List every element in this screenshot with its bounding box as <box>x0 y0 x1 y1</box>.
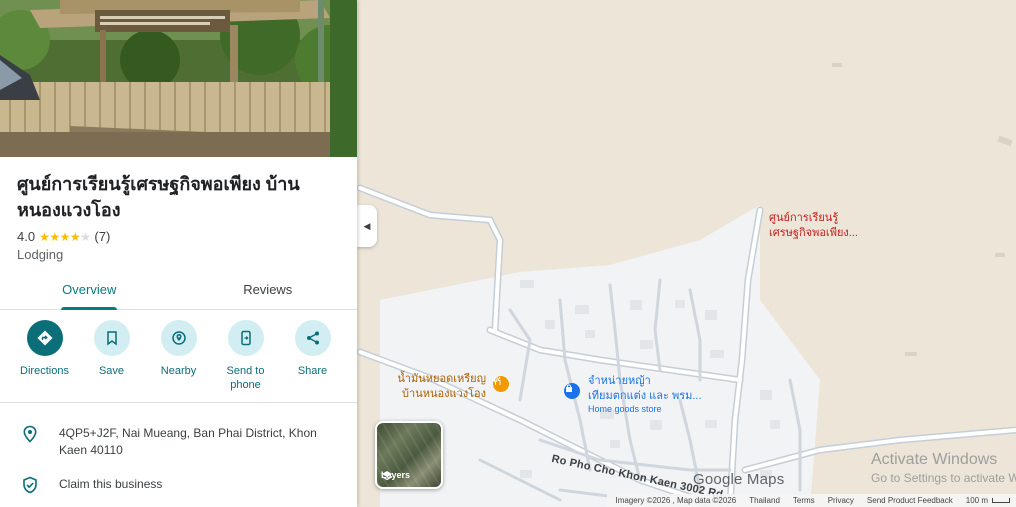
address-row[interactable]: 4QP5+J2F, Nai Mueang, Ban Phai District,… <box>0 425 357 459</box>
verified-shield-icon <box>22 476 37 494</box>
place-photo[interactable] <box>0 0 357 157</box>
fuel-label-line2: บ้านหนองแวงโอง <box>402 388 486 400</box>
address-text: 4QP5+J2F, Nai Mueang, Ban Phai District,… <box>59 426 317 457</box>
tab-reviews[interactable]: Reviews <box>179 270 358 309</box>
store-category: Home goods store <box>588 404 662 414</box>
directions-label: Directions <box>20 365 69 377</box>
layers-button[interactable]: Layers <box>375 421 443 489</box>
imagery-credit: Imagery ©2026 , Map data ©2026 <box>615 496 737 505</box>
bookmark-icon <box>106 331 117 346</box>
share-icon <box>306 331 319 345</box>
pin-label-line1: ศูนย์การเรียนรู้ <box>769 212 839 224</box>
place-panel: ศูนย์การเรียนรู้เศรษฐกิจพอเพียง บ้านหนอง… <box>0 0 357 507</box>
rating-row[interactable]: 4.0 ★ ★ ★ ★ ★ (7) <box>17 229 110 244</box>
store-label-line1: จำหน่ายหญ้า <box>588 375 651 387</box>
save-button[interactable]: Save <box>80 320 144 392</box>
star-icon: ★ <box>49 229 60 244</box>
send-to-phone-button[interactable]: Send to phone <box>214 320 278 392</box>
rating-stars: ★ ★ ★ ★ ★ <box>39 229 91 244</box>
star-icon: ★ <box>69 229 81 244</box>
nearby-icon <box>171 331 186 345</box>
action-bar: Directions Save Nearby Send to phone Sha… <box>0 320 357 392</box>
scale-bar[interactable]: 100 m <box>966 496 1010 505</box>
privacy-link[interactable]: Privacy <box>828 496 854 505</box>
restaurant-poi-icon[interactable] <box>493 376 509 392</box>
scale-label: 100 m <box>965 496 988 505</box>
directions-button[interactable]: Directions <box>13 320 77 392</box>
fuel-label-line1: น้ำมันหยอดเหรียญ <box>397 373 486 385</box>
share-label: Share <box>297 365 328 377</box>
feedback-link[interactable]: Send Product Feedback <box>867 496 953 505</box>
section-divider <box>0 402 357 403</box>
chevron-left-icon: ◀ <box>363 220 371 231</box>
map-footer: Imagery ©2026 , Map data ©2026 Thailand … <box>607 494 1016 507</box>
claim-business-row[interactable]: Claim this business <box>0 476 357 494</box>
fuel-poi-label[interactable]: น้ำมันหยอดเหรียญ บ้านหนองแวงโอง <box>388 372 486 402</box>
activate-windows-watermark: Activate Windows Go to Settings to activ… <box>871 451 1016 485</box>
collapse-panel-button[interactable]: ◀ <box>357 205 377 247</box>
tab-overview[interactable]: Overview <box>0 270 179 309</box>
send-to-phone-label: Send to phone <box>226 365 265 391</box>
terms-link[interactable]: Terms <box>793 496 815 505</box>
review-count[interactable]: (7) <box>94 229 110 244</box>
send-to-phone-icon <box>240 330 251 346</box>
star-icon: ★ <box>39 229 50 244</box>
layers-icon <box>381 471 393 481</box>
google-maps-logo: Google Maps <box>693 471 785 488</box>
place-category[interactable]: Lodging <box>17 247 63 262</box>
location-pin-icon <box>22 425 37 443</box>
place-title: ศูนย์การเรียนรู้เศรษฐกิจพอเพียง บ้านหนอง… <box>17 174 300 220</box>
star-icon: ★ <box>59 229 71 244</box>
country-link[interactable]: Thailand <box>749 496 780 505</box>
rating-value: 4.0 <box>17 229 36 244</box>
nearby-label: Nearby <box>160 365 197 377</box>
star-empty-icon: ★ <box>80 229 91 244</box>
save-label: Save <box>98 365 125 377</box>
watermark-title: Activate Windows <box>871 451 998 468</box>
place-tabs: Overview Reviews <box>0 270 357 310</box>
pin-label-line2: เศรษฐกิจพอเพียง... <box>769 227 858 239</box>
watermark-subtitle: Go to Settings to activate Windows. <box>871 471 1016 485</box>
pin-label[interactable]: ศูนย์การเรียนรู้ เศรษฐกิจพอเพียง... <box>769 211 858 241</box>
place-photo-image <box>0 0 357 157</box>
directions-icon <box>37 330 52 346</box>
shopping-poi-icon[interactable] <box>564 383 580 399</box>
claim-business-text: Claim this business <box>59 477 163 491</box>
nearby-button[interactable]: Nearby <box>147 320 211 392</box>
share-button[interactable]: Share <box>281 320 345 392</box>
store-poi-label[interactable]: จำหน่ายหญ้า เทียมตกแต่ง และ พรม... <box>588 374 702 404</box>
